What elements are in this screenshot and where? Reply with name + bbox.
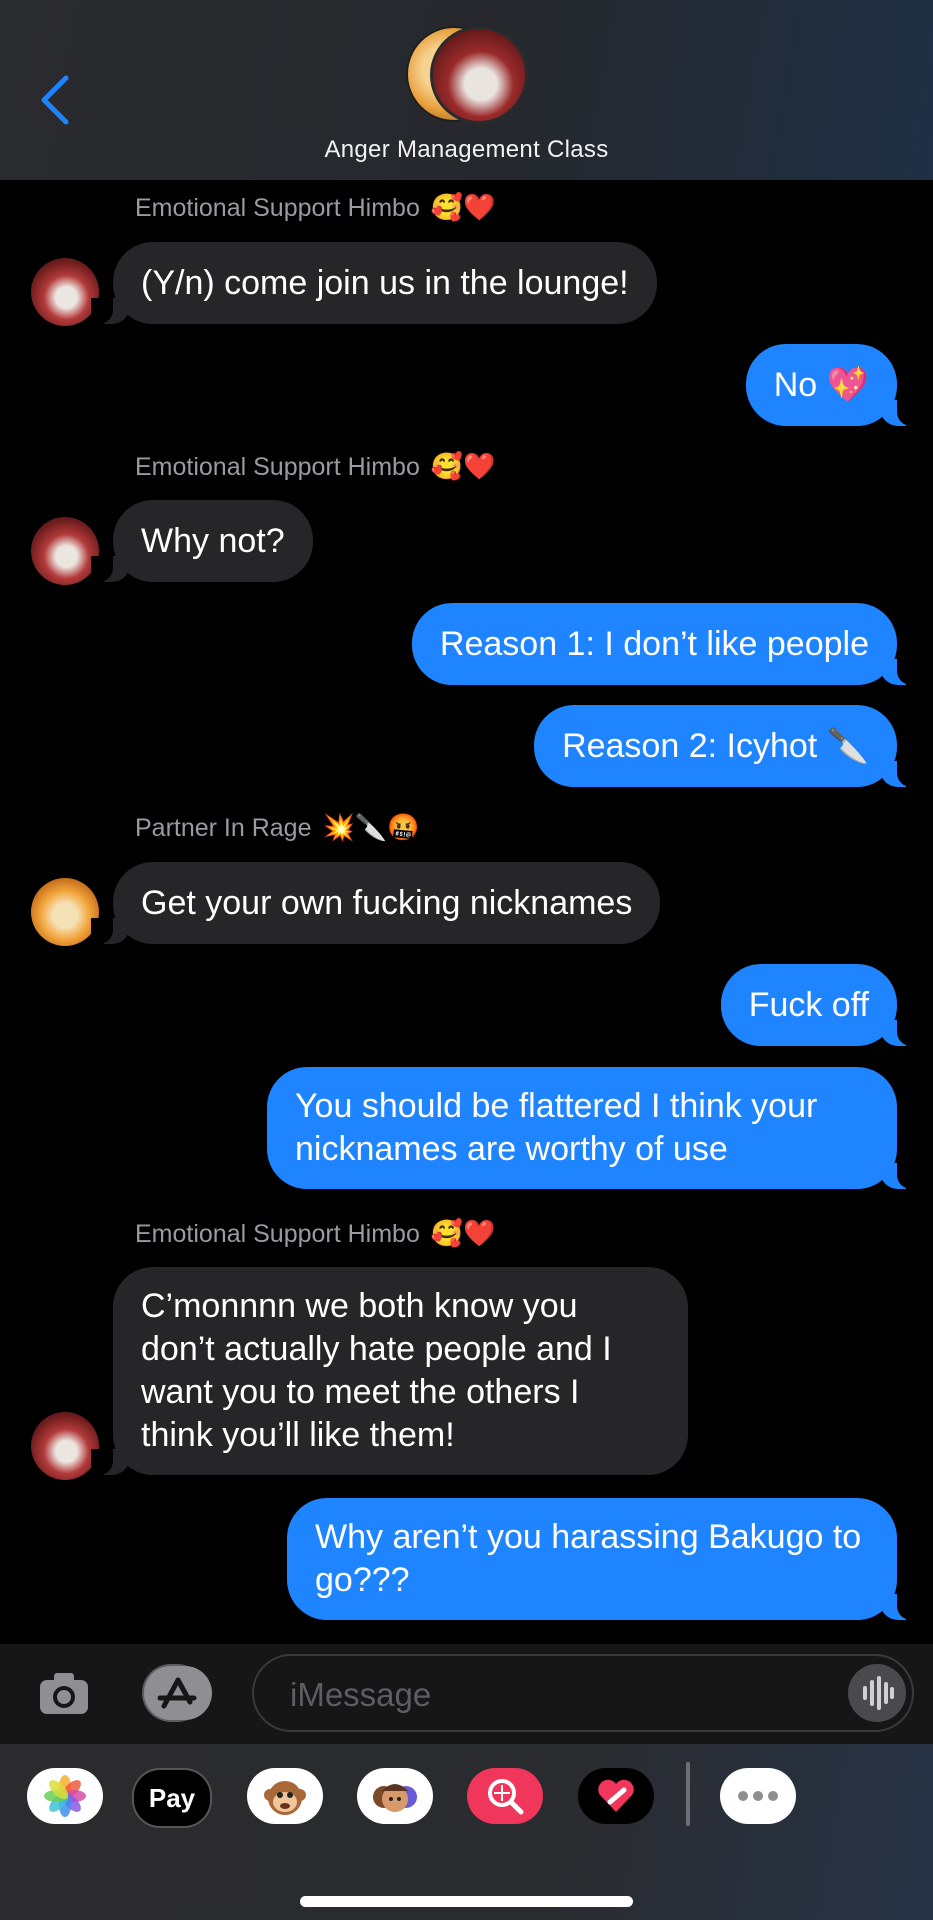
avatar[interactable] bbox=[31, 878, 99, 946]
digital-touch-icon[interactable] bbox=[578, 1768, 654, 1824]
drawer-divider bbox=[686, 1762, 690, 1826]
message-placeholder: iMessage bbox=[290, 1676, 432, 1713]
apple-pay-label: Pay bbox=[148, 1782, 196, 1813]
image-search-icon[interactable] bbox=[467, 1768, 543, 1824]
sender-name: Emotional Support Himbo 🥰❤️ bbox=[135, 1218, 496, 1249]
message-input[interactable]: iMessage bbox=[252, 1654, 914, 1732]
sender-emoji: 💥🔪🤬 bbox=[322, 812, 420, 842]
sender-name: Partner In Rage 💥🔪🤬 bbox=[135, 812, 420, 843]
group-name[interactable]: Anger Management Class bbox=[0, 136, 933, 164]
outgoing-message[interactable]: Why aren’t you harassing Bakugo to go??? bbox=[287, 1498, 919, 1620]
avatar[interactable] bbox=[31, 258, 99, 326]
sender-emoji: 🥰❤️ bbox=[430, 451, 496, 481]
sender-name: Emotional Support Himbo 🥰❤️ bbox=[135, 192, 496, 223]
incoming-message[interactable]: C’monnnn we both know you don’t actually… bbox=[91, 1267, 688, 1475]
incoming-message[interactable]: (Y/n) come join us in the lounge! bbox=[91, 242, 657, 324]
app-store-icon[interactable] bbox=[142, 1664, 214, 1722]
back-chevron-icon[interactable] bbox=[36, 74, 76, 126]
outgoing-message[interactable]: Reason 1: I don’t like people bbox=[411, 603, 920, 685]
outgoing-message[interactable]: You should be flattered I think your nic… bbox=[267, 1067, 919, 1189]
camera-icon[interactable] bbox=[38, 1670, 90, 1718]
sender-name: Emotional Support Himbo 🥰❤️ bbox=[135, 451, 496, 482]
apple-pay-icon[interactable]: Pay bbox=[132, 1768, 212, 1828]
sender-emoji: 🥰❤️ bbox=[430, 1218, 496, 1248]
outgoing-message[interactable]: No 💖 bbox=[745, 344, 920, 426]
member-avatar-red bbox=[430, 26, 528, 124]
group-avatar[interactable] bbox=[406, 26, 528, 124]
avatar[interactable] bbox=[31, 517, 99, 585]
outgoing-message[interactable]: Fuck off bbox=[720, 964, 920, 1046]
audio-message-icon[interactable] bbox=[848, 1664, 906, 1722]
sender-label: Emotional Support Himbo bbox=[135, 1220, 420, 1248]
incoming-message[interactable]: Get your own fucking nicknames bbox=[90, 862, 661, 944]
more-apps-icon[interactable] bbox=[720, 1768, 796, 1824]
avatar[interactable] bbox=[31, 1412, 99, 1480]
compose-bar: iMessage bbox=[0, 1644, 933, 1744]
sender-label: Emotional Support Himbo bbox=[135, 194, 420, 222]
conversation-header: Anger Management Class bbox=[0, 0, 933, 180]
memoji-icon[interactable] bbox=[357, 1768, 433, 1824]
sender-label: Partner In Rage bbox=[135, 814, 312, 842]
app-drawer: Pay bbox=[0, 1744, 933, 1920]
sender-label: Emotional Support Himbo bbox=[135, 453, 420, 481]
outgoing-message[interactable]: Reason 2: Icyhot 🔪 bbox=[534, 705, 919, 787]
animoji-icon[interactable] bbox=[247, 1768, 323, 1824]
photos-icon[interactable] bbox=[27, 1768, 103, 1824]
sender-emoji: 🥰❤️ bbox=[430, 192, 496, 222]
incoming-message[interactable]: Why not? bbox=[91, 500, 313, 582]
home-indicator[interactable] bbox=[300, 1896, 633, 1907]
